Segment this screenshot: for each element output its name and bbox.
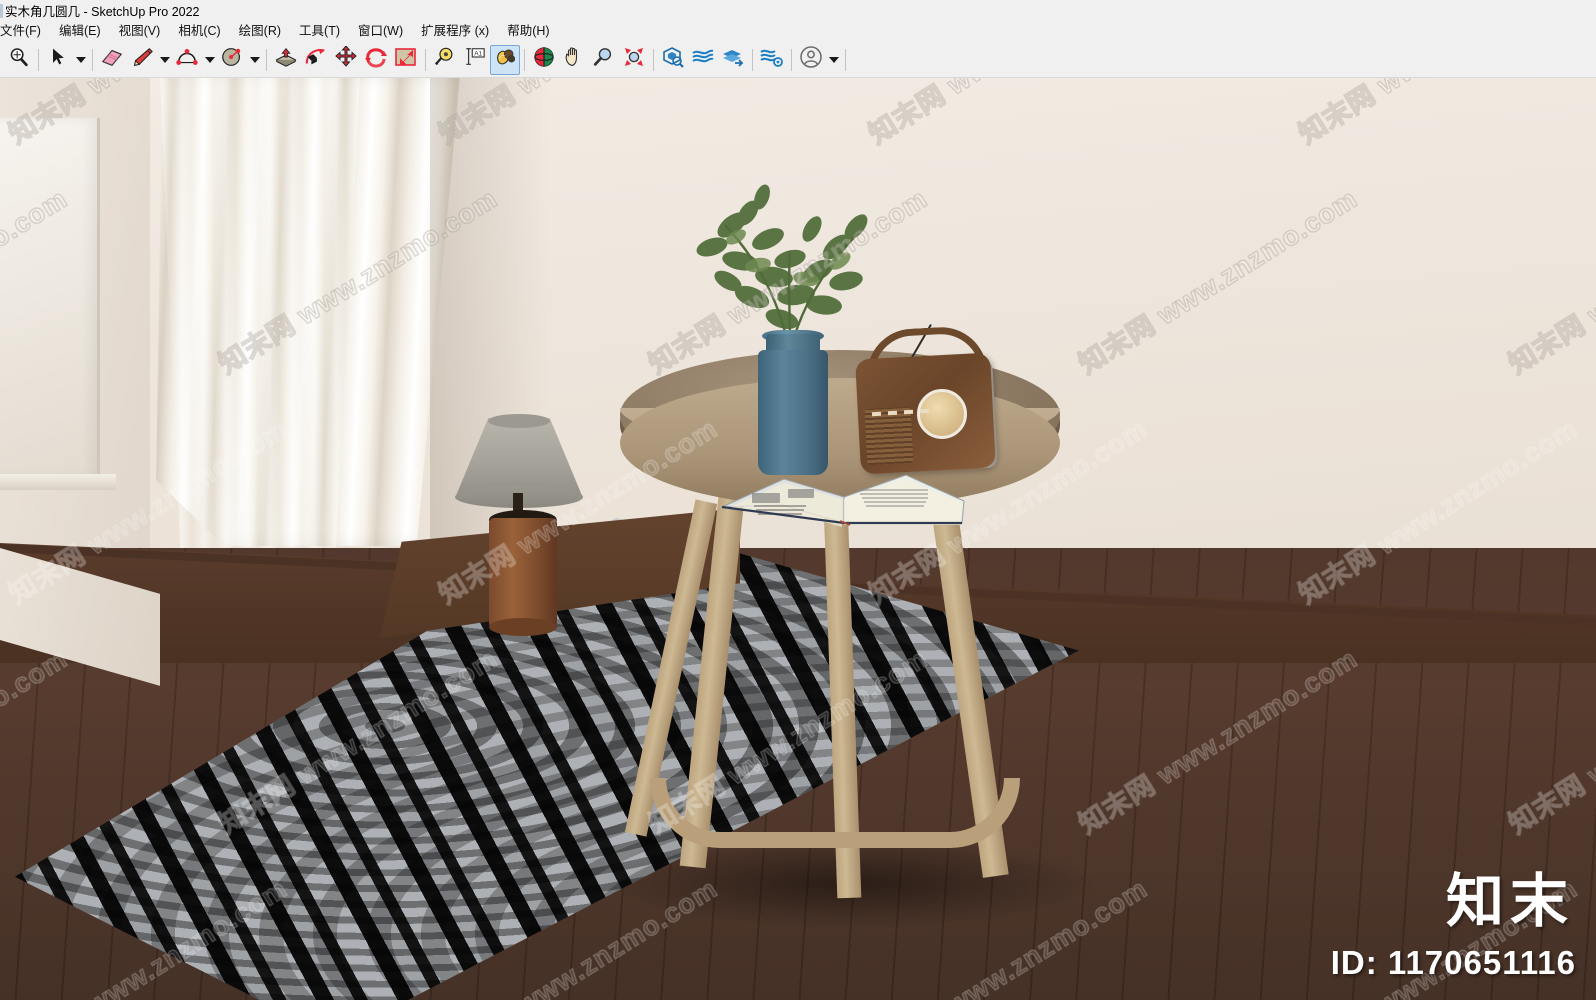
radio-button: [919, 408, 930, 414]
chevron-down-glyph: [204, 56, 215, 63]
search-magnifier-icon: [8, 46, 30, 73]
svg-text:A1: A1: [474, 51, 482, 58]
chevron-down-icon[interactable]: [247, 45, 262, 75]
toolbar-separator: [524, 48, 525, 71]
modeling-viewport[interactable]: 知末网 www.znzmo.com 知末网 www.znzmo.com 知末网 ww…: [0, 78, 1596, 1000]
paint-bucket-icon: [493, 46, 517, 73]
lamp-base-bottom: [489, 618, 557, 636]
circle-icon: [220, 46, 244, 73]
table-stretcher: [650, 778, 1020, 848]
move-tool-button[interactable]: [331, 45, 361, 75]
model-id-label: ID: 1170651116: [1330, 944, 1576, 981]
chevron-down-icon[interactable]: [73, 45, 88, 75]
select-tool-button[interactable]: [43, 45, 73, 75]
lamp-base: [489, 518, 557, 628]
plant-leaves-icon: [696, 184, 868, 353]
mesh-smooth-icon: [691, 46, 715, 73]
pencil-icon: [130, 46, 154, 73]
menu-draw[interactable]: 绘图(R): [230, 21, 290, 42]
radio-button: [871, 411, 882, 417]
followme-icon: [304, 46, 328, 73]
toolbar-separator: [266, 48, 267, 71]
menu-camera[interactable]: 相机(C): [169, 21, 229, 42]
chevron-down-glyph: [828, 56, 839, 63]
move-icon: [334, 45, 358, 73]
zoom-extents-icon: [622, 46, 646, 73]
text-tool-icon: A1: [464, 46, 486, 73]
menu-file[interactable]: 文件(F): [0, 21, 50, 42]
window: [0, 118, 100, 478]
zoom-magnifier-icon: [593, 46, 615, 73]
sketchup-window: 实木角几圆几 - SketchUp Pro 2022 文件(F) 编辑(E) 视图(…: [0, 0, 1596, 1000]
tape-measure-button[interactable]: [430, 45, 460, 75]
component-inspect-button[interactable]: [658, 45, 688, 75]
scale-tool-button[interactable]: [391, 45, 421, 75]
user-account-icon: [799, 45, 823, 74]
toolbar-separator: [92, 48, 93, 71]
followme-tool-button[interactable]: [301, 45, 331, 75]
orbit-tool-button[interactable]: [529, 45, 559, 75]
brand-logo: 知末: [1445, 869, 1574, 934]
eraser-tool-button[interactable]: [97, 45, 127, 75]
pan-tool-button[interactable]: [559, 45, 589, 75]
orbit-icon: [532, 46, 556, 73]
zoom-tool-button[interactable]: [589, 45, 619, 75]
layers-stack-icon: [721, 46, 745, 73]
chevron-down-icon[interactable]: [202, 45, 217, 75]
paint-bucket-button[interactable]: [490, 44, 520, 75]
curtain-sheer: [160, 78, 360, 548]
open-book: [721, 474, 965, 527]
menu-bar: 文件(F) 编辑(E) 视图(V) 相机(C) 绘图(R) 工具(T) 窗口(W) 扩展程序 …: [0, 21, 1596, 42]
window-sill: [0, 474, 116, 490]
mesh-settings-button[interactable]: [757, 45, 787, 75]
chevron-down-icon[interactable]: [826, 45, 841, 75]
line-tool-button[interactable]: [127, 45, 157, 75]
tape-measure-icon: [434, 46, 456, 73]
menu-extensions[interactable]: 扩展程序 (x): [412, 21, 498, 42]
select-arrow-icon: [48, 47, 68, 72]
radio-button: [887, 410, 898, 416]
chevron-down-glyph: [249, 56, 260, 63]
chevron-down-glyph: [75, 56, 86, 63]
search-button[interactable]: [4, 45, 34, 75]
radio-dial: [917, 389, 967, 439]
arc-icon: [175, 46, 199, 73]
pushpull-tool-button[interactable]: [271, 45, 301, 75]
chevron-down-glyph: [159, 56, 170, 63]
main-toolbar: A1: [0, 42, 1596, 78]
scale-icon: [394, 46, 418, 73]
pan-hand-icon: [562, 46, 586, 73]
menu-window[interactable]: 窗口(W): [349, 21, 412, 42]
menu-tools[interactable]: 工具(T): [290, 21, 349, 42]
mesh-settings-icon: [760, 46, 784, 73]
title-bar: 实木角几圆几 - SketchUp Pro 2022: [0, 0, 1596, 21]
menu-help[interactable]: 帮助(H): [498, 21, 558, 42]
chevron-down-icon[interactable]: [157, 45, 172, 75]
arc-tool-button[interactable]: [172, 45, 202, 75]
toolbar-separator: [653, 48, 654, 71]
toolbar-separator: [791, 48, 792, 71]
app-icon: [0, 3, 3, 18]
component-inspect-icon: [661, 46, 685, 73]
toolbar-separator: [845, 48, 846, 71]
toolbar-separator: [752, 48, 753, 71]
lamp-shade-top: [488, 414, 550, 428]
layers-stack-button[interactable]: [718, 45, 748, 75]
radio-button: [903, 409, 914, 415]
toolbar-separator: [425, 48, 426, 71]
zoom-extents-button[interactable]: [619, 45, 649, 75]
window-title: 实木角几圆几 - SketchUp Pro 2022: [5, 5, 200, 19]
mesh-smooth-button[interactable]: [688, 45, 718, 75]
vase: [758, 350, 828, 475]
menu-edit[interactable]: 编辑(E): [50, 21, 110, 42]
toolbar-separator: [38, 48, 39, 71]
text-tool-button[interactable]: A1: [460, 45, 490, 75]
shapes-tool-button[interactable]: [217, 45, 247, 75]
rotate-icon: [364, 46, 388, 73]
menu-view[interactable]: 视图(V): [110, 21, 170, 42]
pushpull-icon: [274, 46, 298, 73]
eraser-icon: [100, 46, 124, 73]
rotate-tool-button[interactable]: [361, 45, 391, 75]
account-button[interactable]: [796, 45, 826, 75]
